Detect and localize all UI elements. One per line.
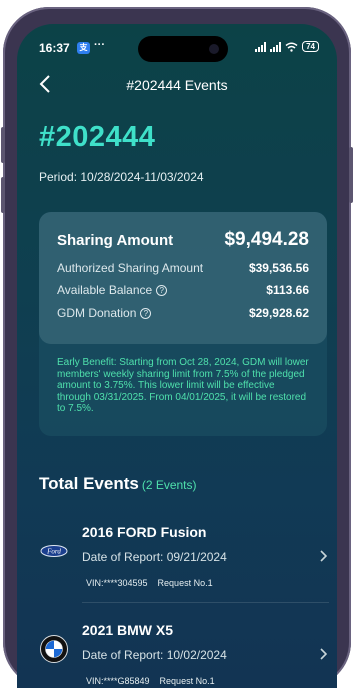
donation-row: GDM Donation? $29,928.62 bbox=[57, 306, 309, 320]
svg-text:Ford: Ford bbox=[46, 548, 61, 556]
event-item-ford[interactable]: Ford 2016 FORD Fusion Date of Report: 09… bbox=[39, 524, 329, 604]
chevron-right-icon bbox=[320, 550, 327, 562]
donation-label: GDM Donation bbox=[57, 306, 137, 320]
chevron-right-icon bbox=[320, 648, 327, 660]
more-notifications-icon: ··· bbox=[94, 39, 105, 51]
battery-icon: 74 bbox=[302, 41, 319, 52]
donation-value: $29,928.62 bbox=[248, 306, 309, 320]
event-report-date: Date of Report: 09/21/2024 bbox=[82, 550, 227, 564]
volume-up-button bbox=[1, 127, 5, 163]
power-button bbox=[349, 147, 353, 203]
event-report-date: Date of Report: 10/02/2024 bbox=[82, 648, 227, 662]
phone-frame: 16:37 支 ··· 74 #202444 Events #202444 Pe… bbox=[1, 7, 353, 688]
nav-bar: #202444 Events bbox=[17, 74, 337, 98]
event-item-bmw[interactable]: 2021 BMW X5 Date of Report: 10/02/2024 V… bbox=[39, 622, 329, 688]
events-count: (2 Events) bbox=[141, 478, 197, 492]
summary-card: Sharing Amount $9,494.28 Authorized Shar… bbox=[39, 212, 327, 436]
balance-value: $113.66 bbox=[266, 283, 309, 297]
page-title: #202444 Events bbox=[126, 77, 228, 93]
balance-row: Available Balance? $113.66 bbox=[57, 283, 309, 297]
total-events-heading: Total Events (2 Events) bbox=[39, 474, 197, 494]
app-notification-icon: 支 bbox=[77, 42, 90, 54]
app-screen: 16:37 支 ··· 74 #202444 Events #202444 Pe… bbox=[17, 24, 337, 688]
sharing-amount-label: Sharing Amount bbox=[57, 231, 174, 249]
amounts-panel: Sharing Amount $9,494.28 Authorized Shar… bbox=[39, 212, 327, 344]
event-tags: VIN:****G85849 Request No.1 bbox=[86, 676, 215, 686]
help-icon[interactable]: ? bbox=[156, 285, 168, 297]
volume-down-button bbox=[1, 177, 5, 213]
authorized-label: Authorized Sharing Amount bbox=[57, 261, 204, 275]
status-bar: 16:37 支 ··· 74 bbox=[17, 39, 337, 57]
bmw-logo-icon bbox=[40, 635, 68, 663]
authorized-value: $39,536.56 bbox=[248, 261, 309, 275]
event-tags: VIN:****304595 Request No.1 bbox=[86, 578, 213, 588]
early-benefit-note: Early Benefit: Starting from Oct 28, 202… bbox=[57, 357, 309, 414]
ford-logo-icon: Ford bbox=[40, 545, 68, 557]
period-text: Period: 10/28/2024-11/03/2024 bbox=[39, 170, 204, 184]
request-tag: Request No.1 bbox=[157, 578, 213, 588]
sharing-amount-value: $9,494.28 bbox=[224, 229, 309, 250]
event-vehicle-name: 2021 BMW X5 bbox=[82, 622, 174, 638]
request-tag: Request No.1 bbox=[159, 676, 215, 686]
wifi-icon bbox=[285, 42, 298, 52]
group-number: #202444 bbox=[39, 121, 156, 153]
total-events-title: Total Events bbox=[39, 474, 139, 493]
divider bbox=[82, 602, 329, 603]
balance-label: Available Balance bbox=[57, 283, 153, 297]
status-time: 16:37 bbox=[39, 41, 70, 55]
cellular-signal-icon bbox=[255, 41, 267, 52]
sharing-amount-row: Sharing Amount $9,494.28 bbox=[57, 229, 309, 251]
authorized-row: Authorized Sharing Amount $39,536.56 bbox=[57, 261, 309, 275]
cellular-signal-2-icon bbox=[270, 41, 282, 52]
vin-tag: VIN:****G85849 bbox=[86, 676, 150, 686]
help-icon[interactable]: ? bbox=[140, 308, 152, 320]
event-vehicle-name: 2016 FORD Fusion bbox=[82, 524, 207, 540]
vin-tag: VIN:****304595 bbox=[86, 578, 148, 588]
